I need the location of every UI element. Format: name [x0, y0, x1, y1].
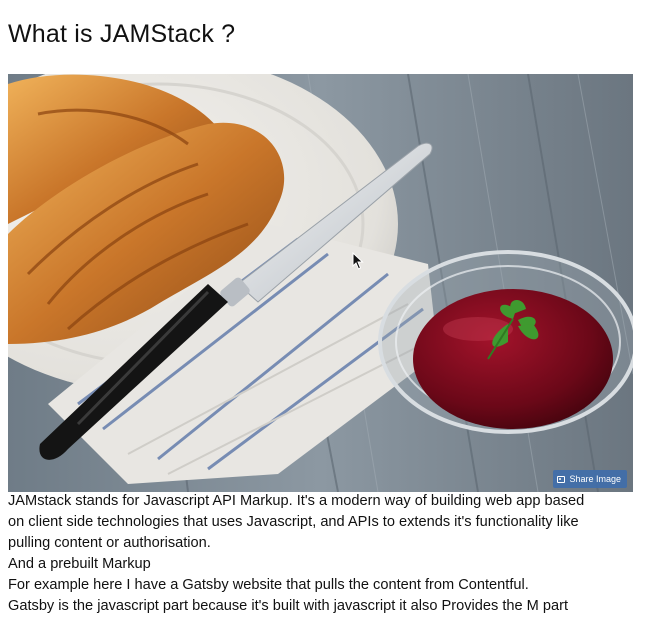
- share-image-label: Share Image: [569, 474, 621, 484]
- paragraph-line: JAMstack stands for Javascript API Marku…: [8, 493, 585, 509]
- share-image-icon: [557, 475, 566, 483]
- share-image-button[interactable]: Share Image: [553, 470, 627, 488]
- paragraph-line: And a prebuilt Markup: [8, 556, 151, 572]
- paragraph-line: For example here I have a Gatsby website…: [8, 577, 529, 593]
- mouse-cursor-icon: [352, 252, 364, 270]
- hero-image: Share Image: [8, 74, 633, 492]
- page-title: What is JAMStack ?: [8, 20, 236, 48]
- paragraph-line: on client side technologies that uses Ja…: [8, 514, 579, 530]
- croissant-photo: [8, 74, 633, 492]
- paragraph-line: Gatsby is the javascript part because it…: [8, 598, 569, 614]
- paragraph-line: pulling content or authorisation.: [8, 535, 211, 551]
- article-body: JAMstack stands for Javascript API Marku…: [8, 491, 638, 617]
